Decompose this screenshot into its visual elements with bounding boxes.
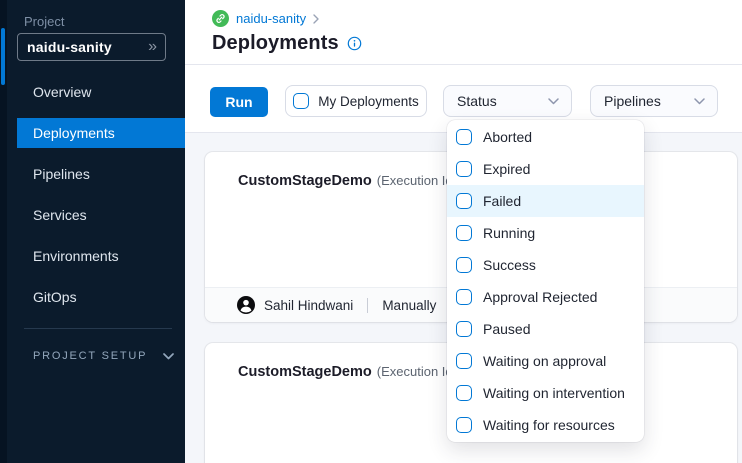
status-option-checkbox[interactable] xyxy=(456,161,472,177)
status-option-checkbox[interactable] xyxy=(456,257,472,273)
breadcrumb: naidu-sanity xyxy=(212,10,319,27)
project-selector-value: naidu-sanity xyxy=(27,39,112,55)
sidebar-item-pipelines[interactable]: Pipelines xyxy=(17,159,185,189)
status-option-label: Aborted xyxy=(483,129,532,145)
deployment-title-row: CustomStageDemo (Execution Id xyxy=(238,363,453,381)
page-title: Deployments xyxy=(212,32,339,55)
sidebar-item-gitops[interactable]: GitOps xyxy=(17,282,185,312)
project-setup-label: PROJECT SETUP xyxy=(33,350,147,362)
footer-divider xyxy=(367,298,368,313)
app-window: Project naidu-sanity » Overview Deploymen… xyxy=(0,0,742,463)
status-option-checkbox[interactable] xyxy=(456,129,472,145)
pipelines-filter-select[interactable]: Pipelines xyxy=(590,85,718,117)
status-option-label: Waiting on approval xyxy=(483,353,606,369)
status-option-checkbox[interactable] xyxy=(456,193,472,209)
status-option-paused[interactable]: Paused xyxy=(447,313,644,345)
sidebar: Project naidu-sanity » Overview Deploymen… xyxy=(7,0,185,463)
active-module-indicator xyxy=(1,28,5,85)
sidebar-item-services[interactable]: Services xyxy=(17,200,185,230)
status-filter-label: Status xyxy=(457,93,497,109)
status-option-waiting-for-resources[interactable]: Waiting for resources xyxy=(447,409,644,441)
status-option-failed[interactable]: Failed xyxy=(447,185,644,217)
chevron-down-icon xyxy=(694,98,705,105)
chevron-down-icon xyxy=(163,353,174,360)
double-chevron-right-icon: » xyxy=(148,39,157,55)
status-option-checkbox[interactable] xyxy=(456,225,472,241)
status-option-approval-rejected[interactable]: Approval Rejected xyxy=(447,281,644,313)
trigger-type: Manually xyxy=(382,298,436,313)
status-option-label: Waiting on intervention xyxy=(483,385,625,401)
sidebar-item-overview[interactable]: Overview xyxy=(17,77,185,107)
status-option-label: Paused xyxy=(483,321,530,337)
execution-id: (Execution Id xyxy=(377,173,453,188)
status-option-success[interactable]: Success xyxy=(447,249,644,281)
status-option-label: Expired xyxy=(483,161,530,177)
project-label: Project xyxy=(24,14,64,29)
status-option-label: Waiting for resources xyxy=(483,417,615,433)
chevron-right-icon xyxy=(313,14,319,24)
page-header: naidu-sanity Deployments xyxy=(185,0,742,65)
status-option-waiting-on-approval[interactable]: Waiting on approval xyxy=(447,345,644,377)
my-deployments-toggle[interactable]: My Deployments xyxy=(285,85,427,117)
title-row: Deployments xyxy=(212,32,362,55)
run-button[interactable]: Run xyxy=(210,87,268,117)
status-filter-menu: Aborted Expired Failed Running Success Approv… xyxy=(447,120,644,442)
status-option-label: Failed xyxy=(483,193,521,209)
status-option-aborted[interactable]: Aborted xyxy=(447,121,644,153)
my-deployments-label: My Deployments xyxy=(318,94,419,109)
module-strip xyxy=(0,0,7,463)
status-option-expired[interactable]: Expired xyxy=(447,153,644,185)
sidebar-item-environments[interactable]: Environments xyxy=(17,241,185,271)
chevron-down-icon xyxy=(548,98,559,105)
sidebar-divider xyxy=(24,328,172,329)
status-option-running[interactable]: Running xyxy=(447,217,644,249)
triggered-by: Sahil Hindwani xyxy=(264,298,353,313)
status-option-label: Approval Rejected xyxy=(483,289,597,305)
status-option-checkbox[interactable] xyxy=(456,289,472,305)
status-option-checkbox[interactable] xyxy=(456,417,472,433)
status-option-checkbox[interactable] xyxy=(456,321,472,337)
pipeline-name: CustomStageDemo xyxy=(238,364,372,380)
sidebar-item-deployments[interactable]: Deployments xyxy=(17,118,185,148)
cd-module-icon xyxy=(212,10,229,27)
status-option-checkbox[interactable] xyxy=(456,353,472,369)
breadcrumb-project-link[interactable]: naidu-sanity xyxy=(236,11,306,26)
my-deployments-checkbox[interactable] xyxy=(293,93,309,109)
status-option-label: Success xyxy=(483,257,536,273)
pipelines-filter-label: Pipelines xyxy=(604,93,661,109)
status-option-label: Running xyxy=(483,225,535,241)
status-option-checkbox[interactable] xyxy=(456,385,472,401)
info-icon[interactable] xyxy=(347,36,362,51)
deployment-title-row: CustomStageDemo (Execution Id xyxy=(238,172,453,190)
status-filter-select[interactable]: Status xyxy=(443,85,572,117)
project-selector[interactable]: naidu-sanity » xyxy=(17,33,166,61)
pipeline-name: CustomStageDemo xyxy=(238,173,372,189)
sidebar-item-project-setup[interactable]: PROJECT SETUP xyxy=(33,350,174,362)
user-avatar-icon xyxy=(237,296,255,314)
status-option-waiting-on-intervention[interactable]: Waiting on intervention xyxy=(447,377,644,409)
execution-id: (Execution Id xyxy=(377,364,453,379)
